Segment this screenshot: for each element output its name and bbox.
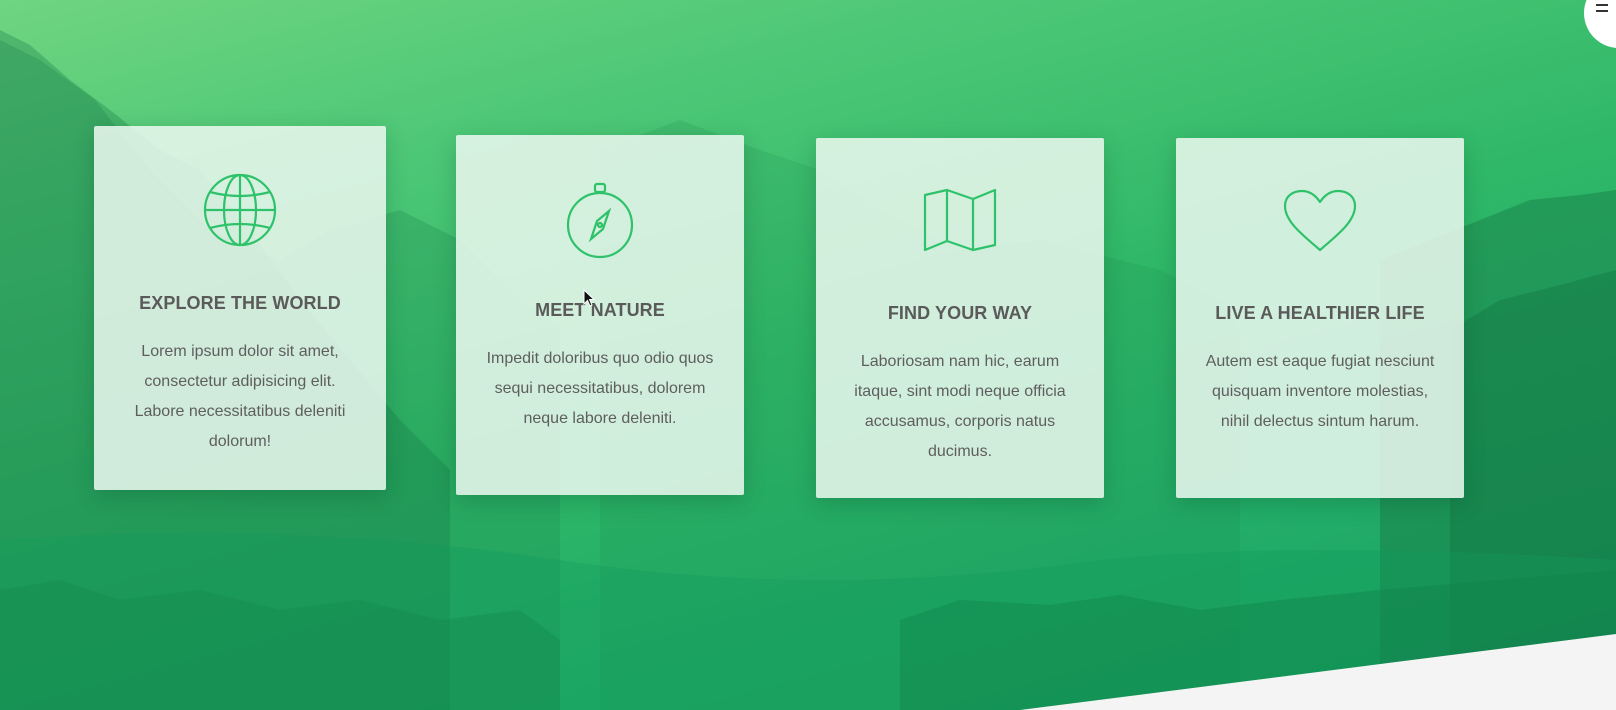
feature-description: Impedit doloribus quo odio quos sequi ne… xyxy=(486,350,714,427)
menu-icon xyxy=(1596,4,1608,6)
feature-title: MEET NATURE xyxy=(535,300,665,320)
feature-title: LIVE A HEALTHIER LIFE xyxy=(1215,303,1425,323)
compass-icon xyxy=(566,182,634,259)
feature-description: Autem est eaque fugiat nesciunt quisquam… xyxy=(1205,353,1435,430)
feature-card-way: FIND YOUR WAY Laboriosam nam hic, earum … xyxy=(816,138,1104,498)
map-icon xyxy=(923,188,997,252)
heart-icon xyxy=(1283,189,1357,252)
feature-card-healthier: LIVE A HEALTHIER LIFE Autem est eaque fu… xyxy=(1176,138,1464,498)
feature-title: EXPLORE THE WORLD xyxy=(139,293,341,313)
globe-icon xyxy=(203,173,277,247)
mouse-cursor xyxy=(583,289,596,307)
feature-description: Lorem ipsum dolor sit amet, consectetur … xyxy=(134,343,346,450)
feature-description: Laboriosam nam hic, earum itaque, sint m… xyxy=(854,353,1066,460)
feature-card-explore: EXPLORE THE WORLD Lorem ipsum dolor sit … xyxy=(94,126,386,490)
feature-card-nature: MEET NATURE Impedit doloribus quo odio q… xyxy=(456,135,744,495)
feature-title: FIND YOUR WAY xyxy=(887,303,1033,323)
